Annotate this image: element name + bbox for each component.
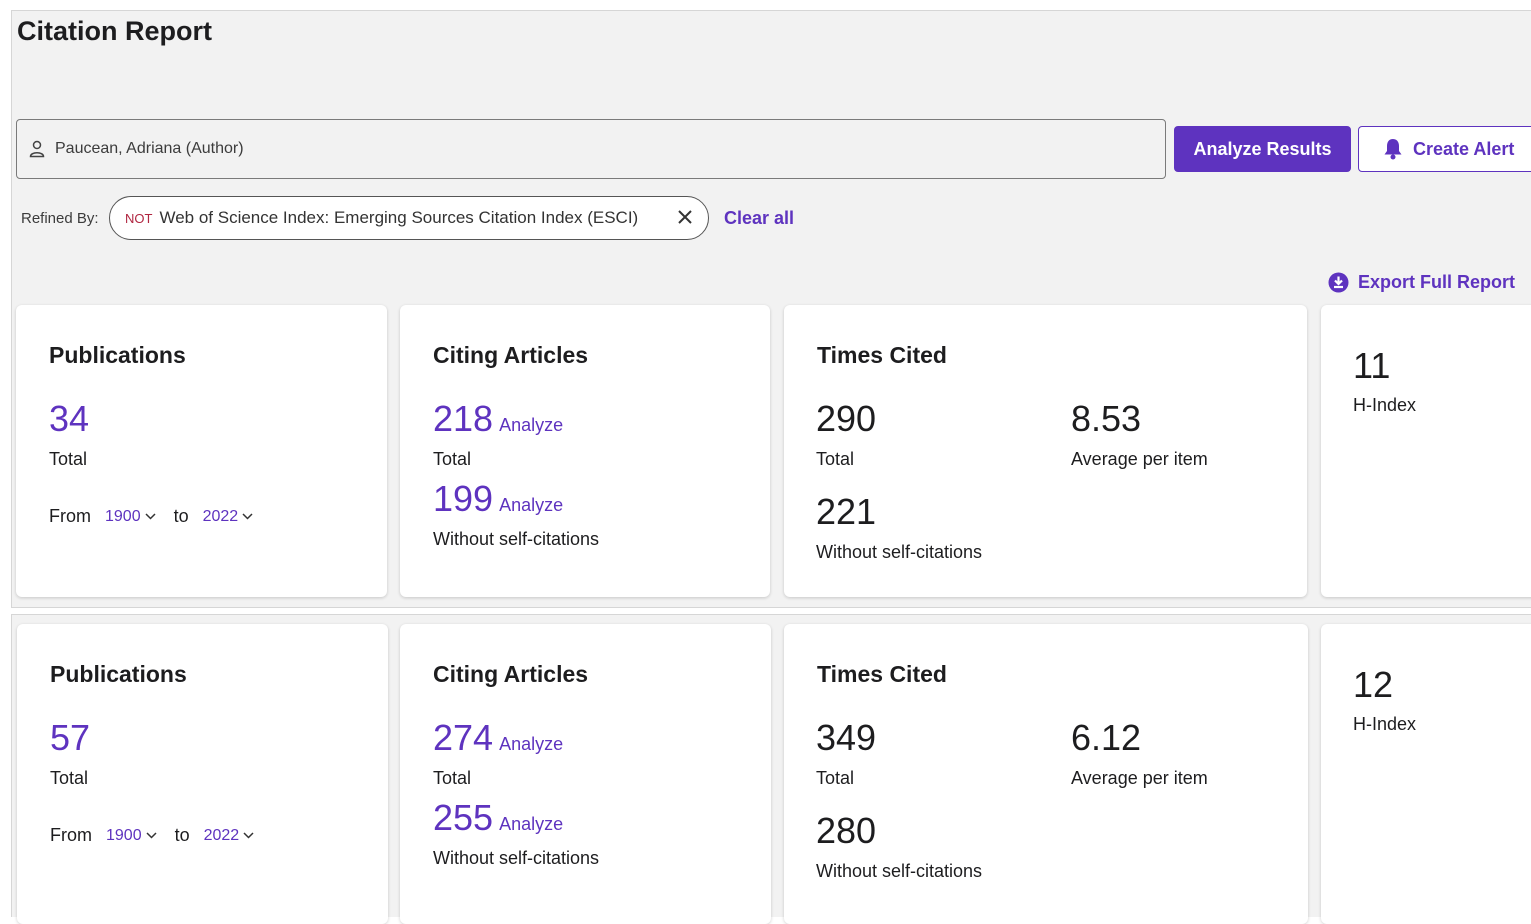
citing-without-row: 199 Analyze — [433, 478, 563, 520]
citing-articles-title: Citing Articles — [433, 661, 589, 687]
analyze-link[interactable]: Analyze — [499, 734, 563, 754]
create-alert-label: Create Alert — [1413, 138, 1515, 159]
publications-card: Publications 57 Total From 1900 to 2022 — [17, 624, 388, 924]
analyze-link[interactable]: Analyze — [499, 495, 563, 515]
h-index-card: 11 H-Index — [1321, 305, 1531, 597]
analyze-link[interactable]: Analyze — [499, 415, 563, 435]
analyze-link[interactable]: Analyze — [499, 814, 563, 834]
filter-chip[interactable]: NOT Web of Science Index: Emerging Sourc… — [109, 196, 709, 240]
analyze-results-button[interactable]: Analyze Results — [1174, 126, 1351, 172]
create-alert-button[interactable]: Create Alert — [1358, 126, 1531, 172]
publications-card: Publications 34 Total From 1900 to 2022 — [16, 305, 387, 597]
to-year-dropdown[interactable]: 2022 — [203, 508, 254, 526]
export-full-report-link[interactable]: Export Full Report — [1328, 272, 1515, 293]
clear-all-link[interactable]: Clear all — [724, 208, 794, 229]
download-icon — [1328, 272, 1349, 293]
search-query-text: Paucean, Adriana (Author) — [55, 140, 244, 157]
not-tag: NOT — [125, 210, 153, 226]
to-label: to — [173, 506, 189, 526]
from-label: From — [50, 825, 92, 845]
to-year-dropdown[interactable]: 2022 — [204, 827, 255, 845]
refined-by-label: Refined By: — [21, 210, 99, 227]
times-cited-without-label: Without self-citations — [816, 861, 983, 881]
times-cited-card: Times Cited 349 Total 6.12 Average per i… — [784, 624, 1308, 924]
average-per-item: 8.53 — [1071, 398, 1142, 439]
citing-articles-card: Citing Articles 218 Analyze Total 199 Anal… — [400, 305, 770, 597]
citing-articles-title: Citing Articles — [433, 342, 589, 368]
h-index-card: 12 H-Index — [1321, 624, 1531, 924]
average-per-item: 6.12 — [1071, 717, 1142, 758]
publications-title: Publications — [50, 661, 187, 687]
citing-total-row: 274 Analyze — [433, 717, 563, 759]
publications-total-label: Total — [50, 768, 89, 788]
citing-without-label: Without self-citations — [433, 529, 600, 549]
citing-total-row: 218 Analyze — [433, 398, 563, 440]
citing-without: 199 — [433, 478, 494, 519]
person-icon — [29, 140, 45, 158]
page-title: Citation Report — [17, 16, 212, 46]
publications-total: 34 — [49, 398, 90, 439]
citing-total-label: Total — [433, 768, 472, 788]
citing-articles-card: Citing Articles 274 Analyze Total 255 Anal… — [400, 624, 771, 924]
times-cited-total: 349 — [816, 717, 877, 758]
publications-total: 57 — [50, 717, 91, 758]
times-cited-total: 290 — [816, 398, 877, 439]
citing-without-label: Without self-citations — [433, 848, 600, 868]
chevron-down-icon — [146, 832, 157, 839]
from-year-dropdown[interactable]: 1900 — [105, 508, 156, 526]
citing-total-label: Total — [433, 449, 472, 469]
citing-total: 218 — [433, 398, 494, 439]
publications-title: Publications — [49, 342, 186, 368]
h-index-label: H-Index — [1353, 714, 1417, 734]
times-cited-title: Times Cited — [817, 661, 947, 687]
from-year-dropdown[interactable]: 1900 — [106, 827, 157, 845]
times-cited-without: 280 — [816, 810, 877, 851]
times-cited-without: 221 — [816, 491, 877, 532]
h-index-value: 11 — [1353, 345, 1391, 386]
average-per-item-label: Average per item — [1071, 449, 1208, 469]
year-range: From 1900 to 2022 — [49, 506, 253, 527]
year-range: From 1900 to 2022 — [50, 825, 254, 846]
chevron-down-icon — [145, 513, 156, 520]
close-icon[interactable] — [676, 208, 694, 226]
citing-total: 274 — [433, 717, 494, 758]
times-cited-title: Times Cited — [817, 342, 947, 368]
times-cited-card: Times Cited 290 Total 8.53 Average per i… — [784, 305, 1307, 597]
filter-chip-label: Web of Science Index: Emerging Sources C… — [159, 208, 639, 227]
chevron-down-icon — [243, 832, 254, 839]
h-index-label: H-Index — [1353, 395, 1417, 415]
bell-icon — [1384, 139, 1402, 160]
to-label: to — [174, 825, 190, 845]
average-per-item-label: Average per item — [1071, 768, 1208, 788]
citing-without-row: 255 Analyze — [433, 797, 563, 839]
h-index-value: 12 — [1353, 664, 1394, 705]
citing-without: 255 — [433, 797, 494, 838]
publications-total-label: Total — [49, 449, 88, 469]
chevron-down-icon — [242, 513, 253, 520]
export-label: Export Full Report — [1358, 272, 1515, 292]
times-cited-without-label: Without self-citations — [816, 542, 983, 562]
from-label: From — [49, 506, 91, 526]
times-cited-total-label: Total — [816, 768, 855, 788]
times-cited-total-label: Total — [816, 449, 855, 469]
search-query-box[interactable]: Paucean, Adriana (Author) — [16, 119, 1166, 179]
